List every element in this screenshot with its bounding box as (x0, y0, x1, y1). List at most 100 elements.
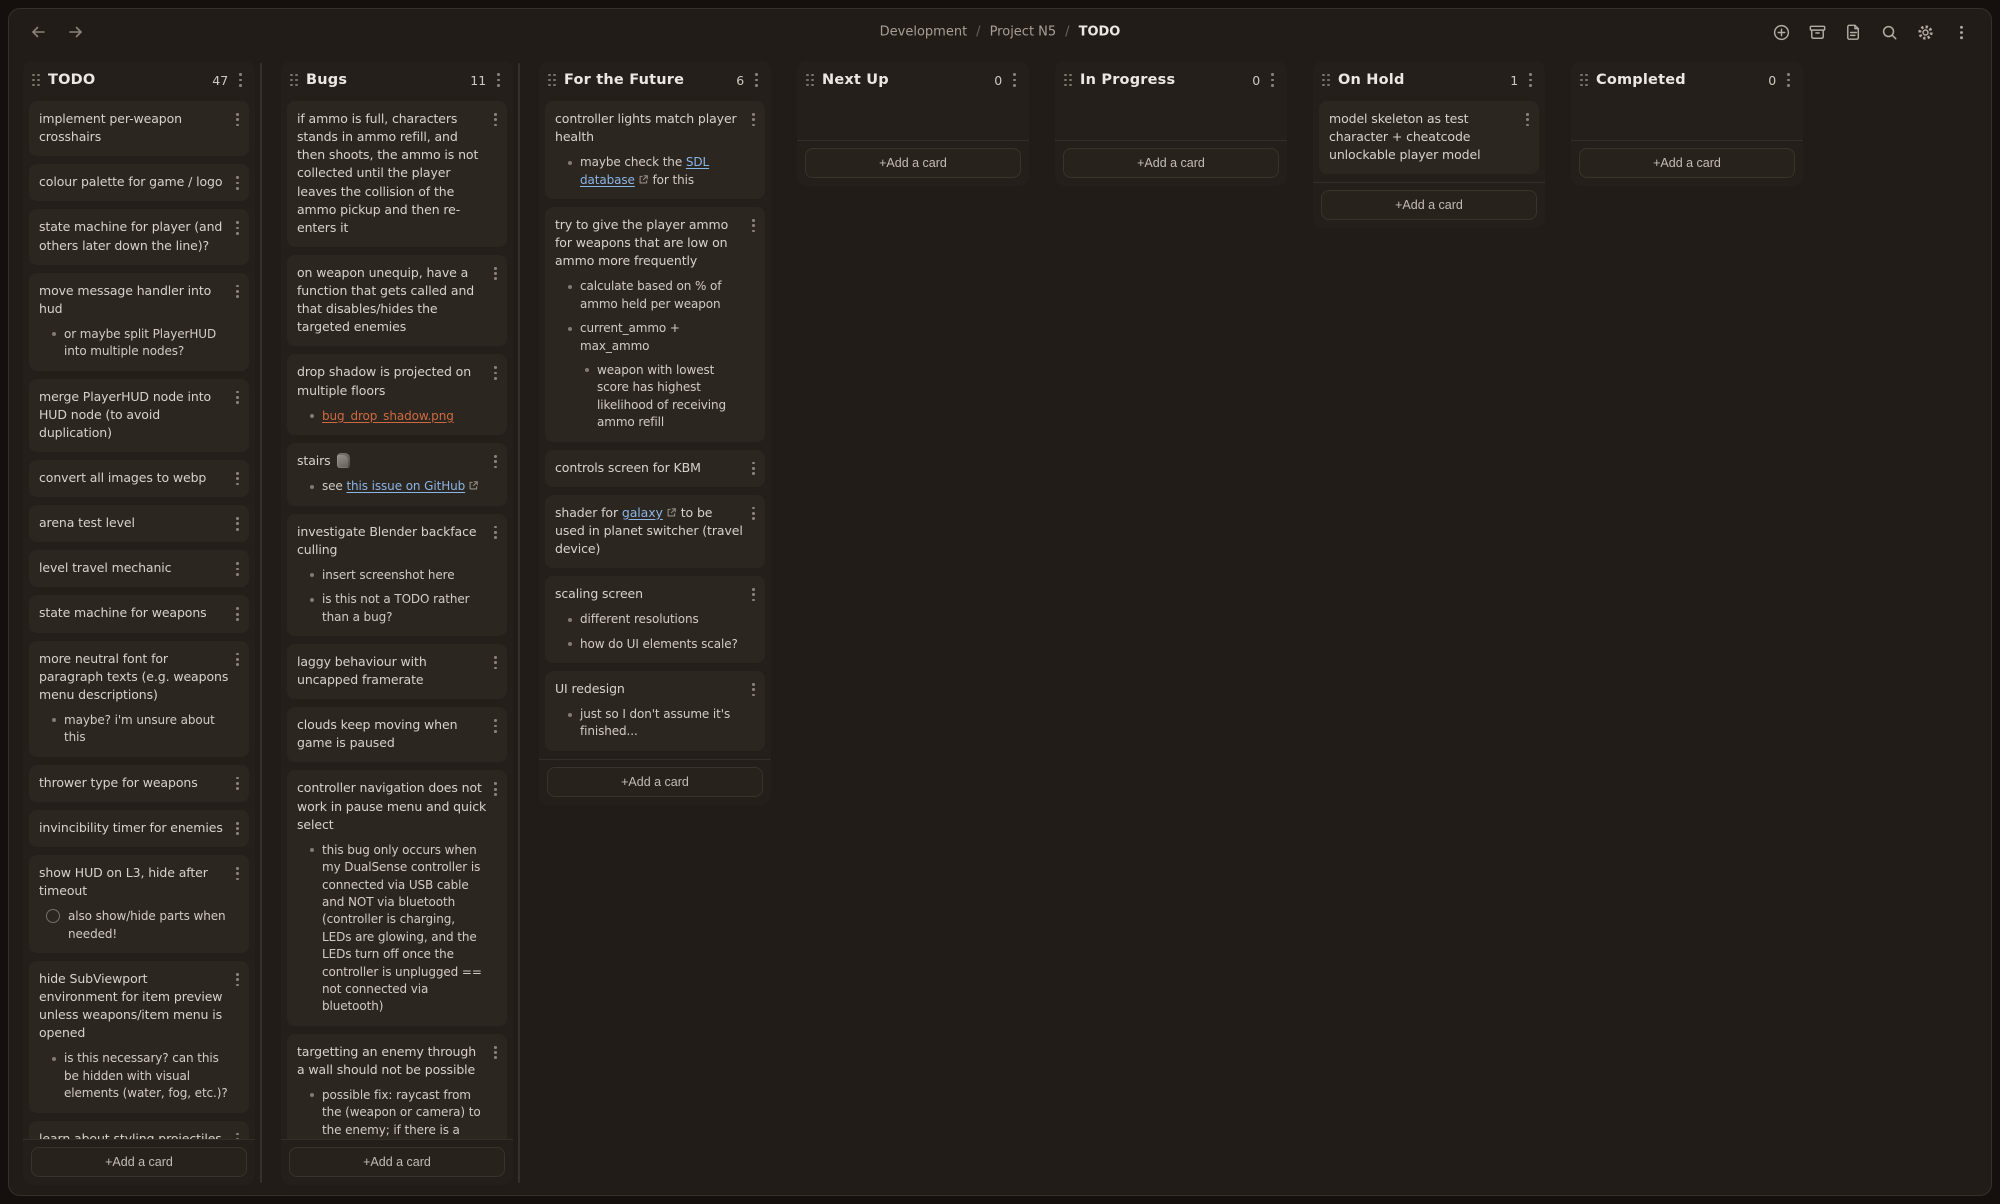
drag-handle-icon[interactable] (32, 74, 40, 87)
drag-handle-icon[interactable] (548, 74, 556, 87)
column-menu-button[interactable] (236, 70, 245, 89)
drag-handle-icon[interactable] (806, 74, 814, 87)
card-menu-button[interactable] (749, 504, 758, 523)
card-menu-button[interactable] (233, 218, 242, 237)
card[interactable]: level travel mechanic (29, 550, 249, 587)
column-menu-button[interactable] (752, 70, 761, 89)
gear-button[interactable] (1913, 20, 1937, 44)
radio-checkbox[interactable] (46, 909, 60, 923)
card-menu-button[interactable] (233, 970, 242, 989)
card[interactable]: scaling screendifferent resolutionshow d… (545, 576, 765, 663)
card-menu-button[interactable] (749, 110, 758, 129)
card[interactable]: invincibility timer for enemies (29, 810, 249, 847)
card[interactable]: implement per-weapon crosshairs (29, 101, 249, 156)
drag-handle-icon[interactable] (290, 74, 298, 87)
card[interactable]: clouds keep moving when game is paused (287, 707, 507, 762)
card[interactable]: move message handler into hudor maybe sp… (29, 273, 249, 371)
drag-handle-icon[interactable] (1064, 74, 1072, 87)
card-menu-button[interactable] (233, 604, 242, 623)
card-menu-button[interactable] (233, 173, 242, 192)
card[interactable]: merge PlayerHUD node into HUD node (to a… (29, 379, 249, 452)
add-card-button[interactable]: +Add a card (1579, 148, 1795, 178)
card-menu-button[interactable] (233, 388, 242, 407)
add-card-button[interactable]: +Add a card (289, 1147, 505, 1177)
card-menu-button[interactable] (491, 110, 500, 129)
card[interactable]: laggy behaviour with uncapped framerate (287, 644, 507, 699)
card-menu-button[interactable] (233, 514, 242, 533)
plus-circle-button[interactable] (1769, 20, 1793, 44)
card[interactable]: drop shadow is projected on multiple flo… (287, 354, 507, 435)
archive-button[interactable] (1805, 20, 1829, 44)
card-menu-button[interactable] (749, 680, 758, 699)
card-menu-button[interactable] (491, 653, 500, 672)
breadcrumb-item[interactable]: TODO (1079, 25, 1121, 40)
scrollbar[interactable] (260, 63, 263, 1183)
card-menu-button[interactable] (233, 282, 242, 301)
add-card-button[interactable]: +Add a card (547, 767, 763, 797)
card-menu-button[interactable] (233, 819, 242, 838)
card[interactable]: arena test level (29, 505, 249, 542)
card[interactable]: thrower type for weapons (29, 765, 249, 802)
card-menu-button[interactable] (491, 779, 500, 798)
card[interactable]: more neutral font for paragraph texts (e… (29, 641, 249, 757)
back-arrow-button[interactable] (27, 21, 49, 43)
card-menu-button[interactable] (233, 774, 242, 793)
search-button[interactable] (1877, 20, 1901, 44)
forward-arrow-button[interactable] (65, 21, 87, 43)
column-menu-button[interactable] (1268, 70, 1277, 89)
add-card-button[interactable]: +Add a card (1063, 148, 1279, 178)
card-menu-button[interactable] (233, 559, 242, 578)
card-menu-button[interactable] (749, 585, 758, 604)
drag-handle-icon[interactable] (1580, 74, 1588, 87)
column-menu-button[interactable] (1526, 70, 1535, 89)
card[interactable]: colour palette for game / logo (29, 164, 249, 201)
card-menu-button[interactable] (233, 1130, 242, 1140)
card[interactable]: controls screen for KBM (545, 450, 765, 487)
column-menu-button[interactable] (1784, 70, 1793, 89)
add-card-button[interactable]: +Add a card (805, 148, 1021, 178)
card[interactable]: investigate Blender backface cullinginse… (287, 514, 507, 636)
card[interactable]: UI redesignjust so I don't assume it's f… (545, 671, 765, 751)
card[interactable]: learn about styling projectileslook at I… (29, 1121, 249, 1140)
card-link[interactable]: galaxy (622, 505, 663, 520)
kebab-button[interactable] (1949, 20, 1973, 44)
scrollbar[interactable] (518, 63, 521, 1183)
add-card-button[interactable]: +Add a card (1321, 190, 1537, 220)
card[interactable]: if ammo is full, characters stands in am… (287, 101, 507, 247)
card[interactable]: try to give the player ammo for weapons … (545, 207, 765, 442)
card-menu-button[interactable] (233, 650, 242, 669)
card-menu-button[interactable] (491, 264, 500, 283)
card[interactable]: controller lights match player healthmay… (545, 101, 765, 199)
card-menu-button[interactable] (1523, 110, 1532, 129)
card-menu-button[interactable] (491, 523, 500, 542)
card-menu-button[interactable] (749, 216, 758, 235)
card-menu-button[interactable] (491, 363, 500, 382)
card[interactable]: state machine for player (and others lat… (29, 209, 249, 264)
breadcrumb-item[interactable]: Project N5 (990, 25, 1057, 40)
card-menu-button[interactable] (749, 459, 758, 478)
card-menu-button[interactable] (233, 864, 242, 883)
card[interactable]: convert all images to webp (29, 460, 249, 497)
document-button[interactable] (1841, 20, 1865, 44)
add-card-button[interactable]: +Add a card (31, 1147, 247, 1177)
card[interactable]: show HUD on L3, hide after timeoutalso s… (29, 855, 249, 953)
card-menu-button[interactable] (491, 1043, 500, 1062)
card[interactable]: shader for galaxy to be used in planet s… (545, 495, 765, 568)
card-menu-button[interactable] (233, 469, 242, 488)
column-menu-button[interactable] (494, 70, 503, 89)
card[interactable]: targetting an enemy through a wall shoul… (287, 1034, 507, 1140)
card[interactable]: on weapon unequip, have a function that … (287, 255, 507, 347)
card[interactable]: stairs see this issue on GitHub (287, 443, 507, 506)
card[interactable]: hide SubViewport environment for item pr… (29, 961, 249, 1113)
card[interactable]: model skeleton as test character + cheat… (1319, 101, 1539, 174)
card-link[interactable]: bug_drop_shadow.png (322, 409, 454, 423)
card-menu-button[interactable] (491, 716, 500, 735)
drag-handle-icon[interactable] (1322, 74, 1330, 87)
card-menu-button[interactable] (491, 452, 500, 471)
card[interactable]: controller navigation does not work in p… (287, 770, 507, 1025)
card[interactable]: state machine for weapons (29, 595, 249, 632)
column-menu-button[interactable] (1010, 70, 1019, 89)
card-link[interactable]: this issue on GitHub (346, 479, 465, 493)
card-menu-button[interactable] (233, 110, 242, 129)
breadcrumb-item[interactable]: Development (880, 25, 968, 40)
